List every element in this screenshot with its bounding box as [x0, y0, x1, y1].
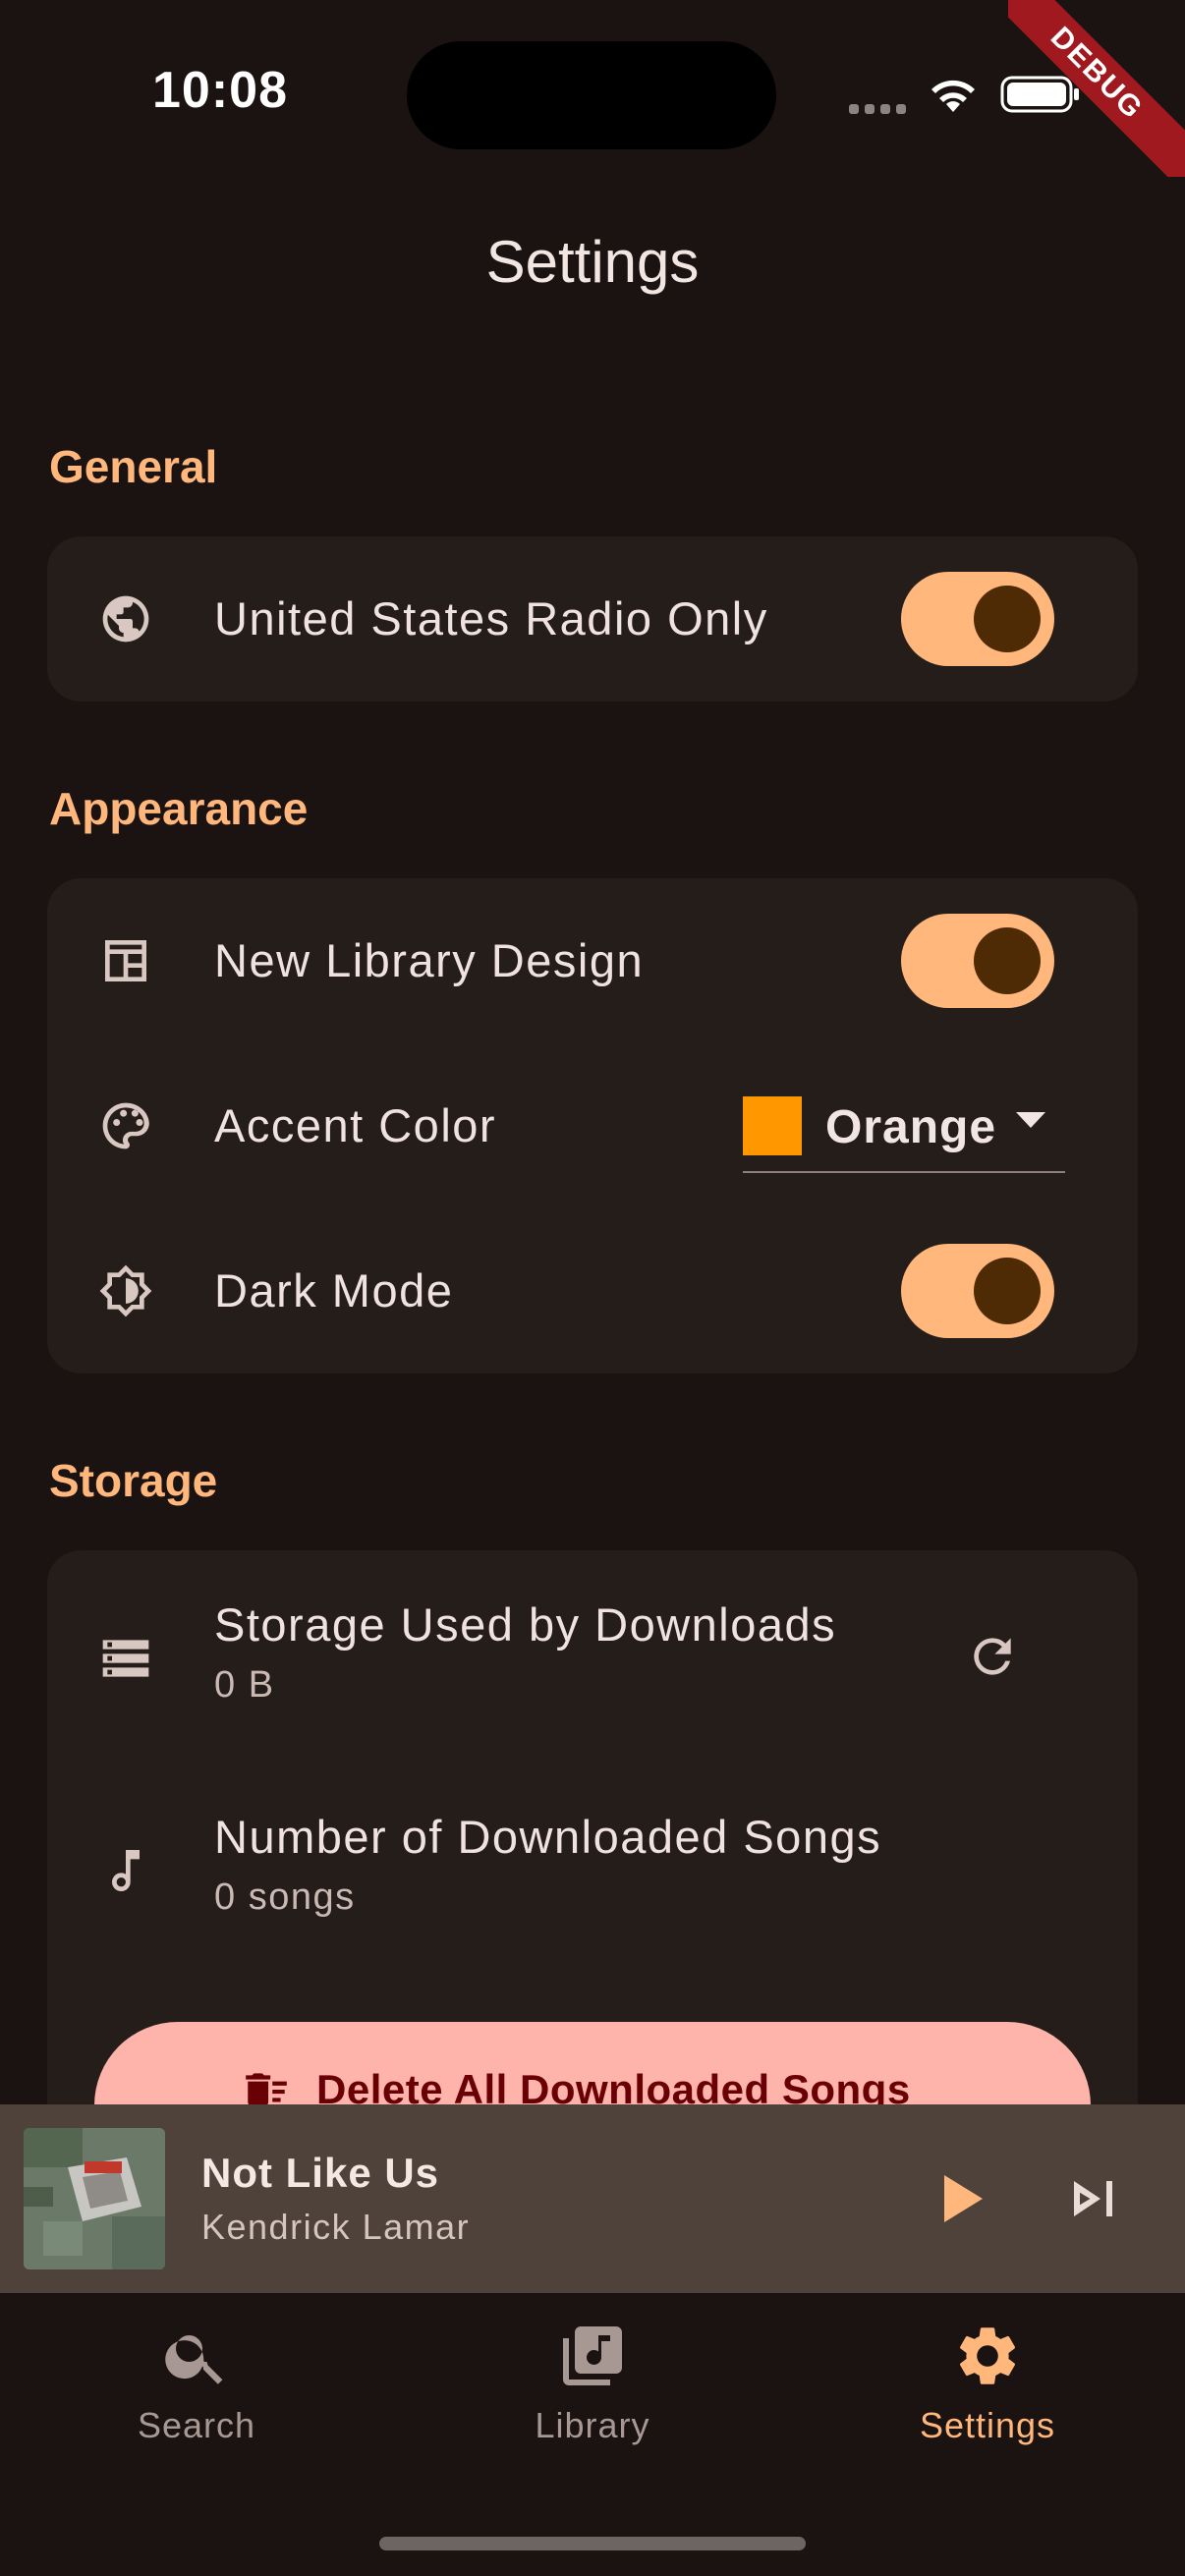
- debug-banner: DEBUG: [1008, 0, 1185, 177]
- brightness-icon: [98, 1263, 153, 1318]
- section-general-label: General: [49, 441, 218, 492]
- music-note-icon: [98, 1843, 153, 1898]
- nav-library[interactable]: Library: [435, 2321, 750, 2446]
- home-indicator: [379, 2537, 806, 2550]
- new-library-label: New Library Design: [214, 934, 645, 986]
- downloaded-songs-label: Number of Downloaded Songs: [214, 1811, 882, 1863]
- skip-next-icon: [1074, 2181, 1112, 2216]
- wifi-icon: [931, 80, 975, 112]
- toggle-knob: [974, 1258, 1041, 1324]
- radio-only-label: United States Radio Only: [214, 592, 768, 644]
- toggle-knob: [974, 586, 1041, 652]
- nav-search[interactable]: Search: [39, 2321, 354, 2446]
- nav-library-label: Library: [535, 2405, 650, 2445]
- nav-search-label: Search: [137, 2405, 256, 2445]
- now-playing-title: Not Like Us: [201, 2150, 440, 2196]
- accent-color-value: Orange: [825, 1101, 997, 1153]
- section-storage-label: Storage: [49, 1455, 218, 1506]
- play-icon: [944, 2175, 983, 2222]
- library-music-icon: [563, 2326, 622, 2385]
- downloaded-songs-value: 0 songs: [214, 1876, 356, 1918]
- settings-gear-icon: [959, 2327, 1016, 2384]
- cellular-signal-icon: [849, 104, 906, 114]
- toggle-knob: [974, 927, 1041, 994]
- storage-used-label: Storage Used by Downloads: [214, 1598, 837, 1651]
- dynamic-island: [407, 41, 776, 149]
- search-icon: [165, 2335, 223, 2384]
- storage-icon: [98, 1631, 153, 1686]
- album-art[interactable]: [24, 2128, 165, 2269]
- play-button[interactable]: [924, 2163, 994, 2234]
- refresh-icon[interactable]: [965, 1629, 1020, 1684]
- status-time: 10:08: [152, 62, 288, 119]
- skip-next-button[interactable]: [1059, 2163, 1130, 2234]
- mini-player[interactable]: Not Like Us Kendrick Lamar: [0, 2104, 1185, 2293]
- accent-color-label: Accent Color: [214, 1099, 497, 1151]
- now-playing-artist: Kendrick Lamar: [201, 2207, 471, 2247]
- dark-mode-label: Dark Mode: [214, 1264, 454, 1316]
- page-title: Settings: [485, 229, 700, 295]
- accent-color-swatch: [743, 1096, 802, 1155]
- new-library-toggle[interactable]: [901, 914, 1054, 1008]
- debug-banner-label: DEBUG: [1008, 0, 1185, 177]
- general-card: United States Radio Only: [47, 536, 1138, 701]
- globe-icon: [98, 591, 153, 646]
- radio-only-toggle[interactable]: [901, 572, 1054, 666]
- nav-settings-label: Settings: [919, 2405, 1056, 2445]
- appearance-card: New Library Design Accent Color Orange D…: [47, 878, 1138, 1373]
- dropdown-caret-icon: [1016, 1112, 1045, 1128]
- library-layout-icon: [98, 933, 153, 988]
- dark-mode-toggle[interactable]: [901, 1244, 1054, 1338]
- nav-settings[interactable]: Settings: [830, 2321, 1145, 2446]
- section-appearance-label: Appearance: [49, 783, 309, 834]
- storage-used-value: 0 B: [214, 1664, 275, 1706]
- accent-color-dropdown[interactable]: Orange: [743, 1081, 1065, 1173]
- bottom-nav: Search Library Settings: [0, 2293, 1185, 2576]
- palette-icon: [98, 1098, 153, 1153]
